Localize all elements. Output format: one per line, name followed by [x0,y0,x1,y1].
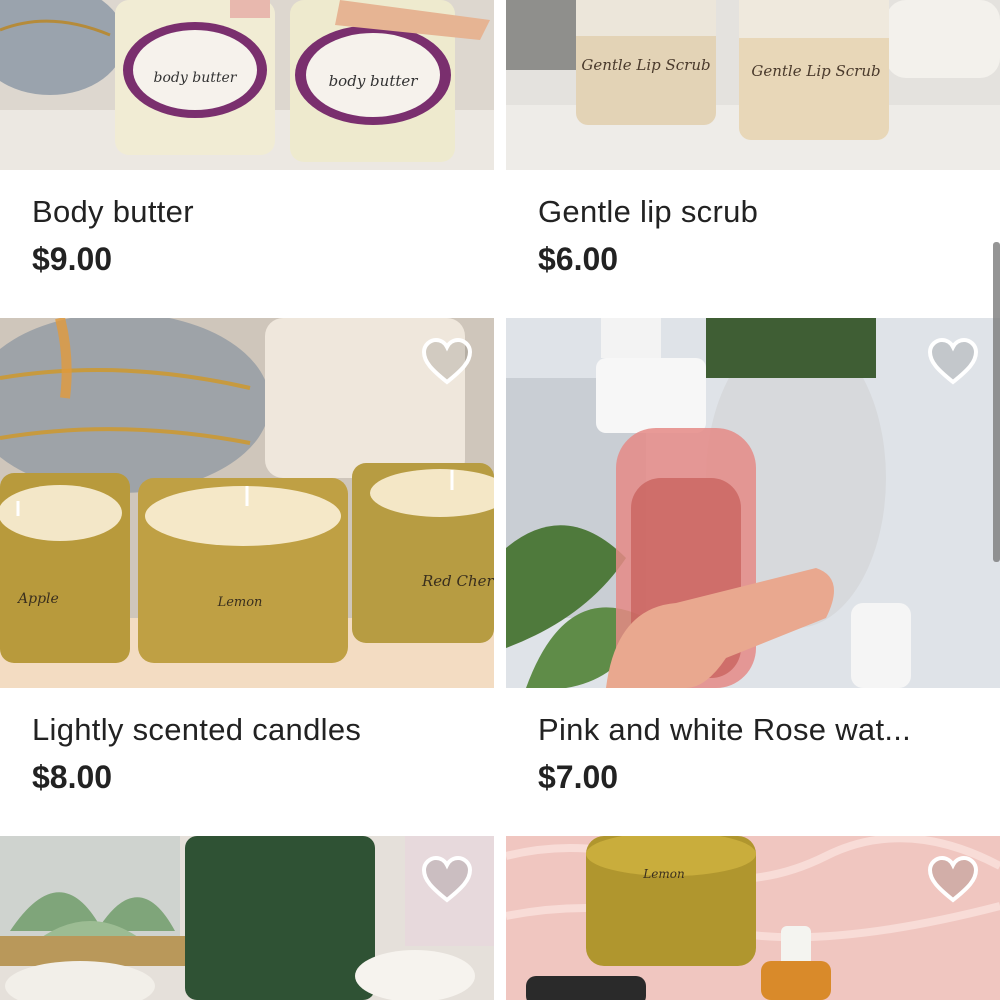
listing-title[interactable]: Body butter [32,194,194,230]
listing-card-scented-candles[interactable]: Apple Lemon Red Cher Lightly scented can… [0,318,494,836]
candle-label-text: Red Cher [421,572,494,590]
favorite-heart-icon[interactable] [420,854,474,904]
listing-image[interactable]: Apple Lemon Red Cher [0,318,494,688]
jar-label-text: Gentle Lip Scrub [751,62,880,80]
scrollbar[interactable] [993,242,1000,562]
listing-image[interactable]: Lemon [506,836,1000,1000]
listing-title[interactable]: Lightly scented candles [32,712,361,748]
listing-card-rose-water[interactable]: Pink and white Rose wat... $7.00 [506,318,1000,836]
candle-label-text: Lemon [217,595,263,610]
listing-title[interactable]: Gentle lip scrub [538,194,758,230]
candle-label-text: Apple [16,591,59,607]
jar-label-text: Gentle Lip Scrub [581,56,710,74]
listing-image[interactable] [506,318,1000,688]
favorite-heart-icon[interactable] [420,336,474,386]
listing-price: $9.00 [32,241,113,277]
listing-price: $6.00 [538,241,619,277]
listing-card[interactable] [0,836,494,1000]
listing-card-body-butter[interactable]: body butter body butter Body butter $9.0… [0,0,494,318]
listing-image[interactable]: Gentle Lip Scrub Gentle Lip Scrub [506,0,1000,170]
listing-price: $7.00 [538,759,619,795]
listing-price: $8.00 [32,759,113,795]
listing-image[interactable]: body butter body butter [0,0,494,170]
favorite-heart-icon[interactable] [926,336,980,386]
listing-grid: body butter body butter Body butter $9.0… [0,0,1000,1000]
tin-label-text: Lemon [642,867,684,881]
jar-label-text: body butter [329,72,419,90]
jar-label-text: body butter [154,70,238,86]
favorite-heart-icon[interactable] [926,854,980,904]
listing-card-gentle-lip-scrub[interactable]: Gentle Lip Scrub Gentle Lip Scrub Gentle… [506,0,1000,318]
listing-title[interactable]: Pink and white Rose wat... [538,712,911,748]
listing-card[interactable]: Lemon [506,836,1000,1000]
listing-image[interactable] [0,836,494,1000]
